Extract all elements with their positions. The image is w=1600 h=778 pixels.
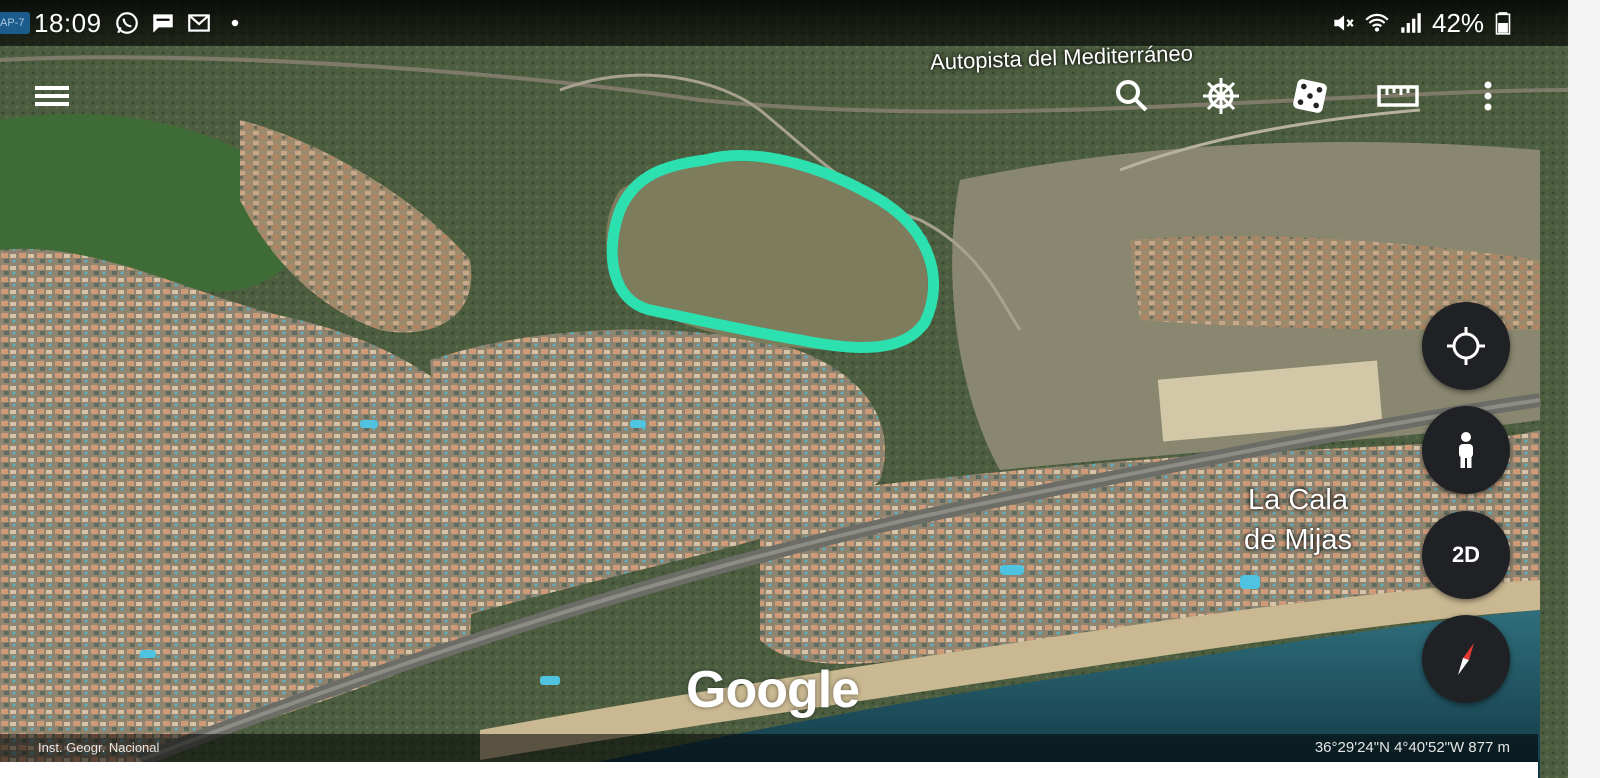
my-location-icon bbox=[1447, 327, 1485, 365]
status-bar: AP-7 18:09 42% bbox=[0, 0, 1568, 46]
map-screen[interactable]: AP-7 18:09 42% Autopista del Mediterráne… bbox=[0, 0, 1568, 778]
battery-icon bbox=[1495, 12, 1511, 35]
attribution-bar: Inst. Geogr. Nacional 36°29'24"N 4°40'52… bbox=[0, 734, 1538, 762]
voyager-ship-wheel-icon bbox=[1203, 78, 1239, 114]
whatsapp-icon bbox=[116, 12, 138, 34]
mute-icon bbox=[1334, 15, 1354, 31]
measure-button[interactable] bbox=[1374, 72, 1422, 120]
compass-icon bbox=[1458, 643, 1474, 675]
bottom-gutter bbox=[0, 762, 1538, 778]
toggle-2d-label: 2D bbox=[1451, 542, 1481, 567]
coordinates-readout: 36°29'24"N 4°40'52"W 877 m bbox=[1314, 739, 1510, 756]
place-label: La Cala de Mijas bbox=[1244, 480, 1352, 560]
wifi-icon bbox=[1365, 13, 1389, 32]
corner-chip: AP-7 bbox=[0, 12, 30, 34]
my-location-button[interactable] bbox=[1422, 302, 1510, 390]
battery-percent: 42% bbox=[1432, 8, 1485, 38]
feeling-lucky-button[interactable] bbox=[1286, 72, 1334, 120]
dot-icon bbox=[231, 19, 239, 27]
measure-ruler-icon bbox=[1377, 85, 1419, 107]
menu-icon bbox=[35, 86, 69, 106]
more-options-button[interactable] bbox=[1464, 72, 1512, 120]
voyager-button[interactable] bbox=[1197, 72, 1245, 120]
corner-chip-text: AP-7 bbox=[0, 17, 25, 29]
message-icon bbox=[153, 14, 173, 33]
street-view-button[interactable] bbox=[1422, 406, 1510, 494]
search-icon bbox=[1116, 80, 1148, 112]
toggle-2d-button[interactable]: 2D bbox=[1422, 511, 1510, 599]
feeling-lucky-dice-icon bbox=[1293, 79, 1327, 113]
search-button[interactable] bbox=[1108, 72, 1156, 120]
google-logo: Google bbox=[686, 661, 860, 719]
imagery-attribution: Inst. Geogr. Nacional bbox=[38, 740, 160, 755]
status-time: 18:09 bbox=[34, 8, 102, 38]
signal-icon bbox=[1401, 13, 1421, 33]
place-label-line2: de Mijas bbox=[1244, 524, 1352, 556]
right-gutter bbox=[1568, 0, 1600, 778]
street-view-pegman-icon bbox=[1459, 432, 1473, 468]
more-vert-icon bbox=[1484, 81, 1492, 111]
gmail-icon bbox=[188, 14, 210, 32]
menu-button[interactable] bbox=[28, 72, 76, 120]
place-label-line1: La Cala bbox=[1248, 484, 1348, 516]
compass-button[interactable] bbox=[1422, 615, 1510, 703]
